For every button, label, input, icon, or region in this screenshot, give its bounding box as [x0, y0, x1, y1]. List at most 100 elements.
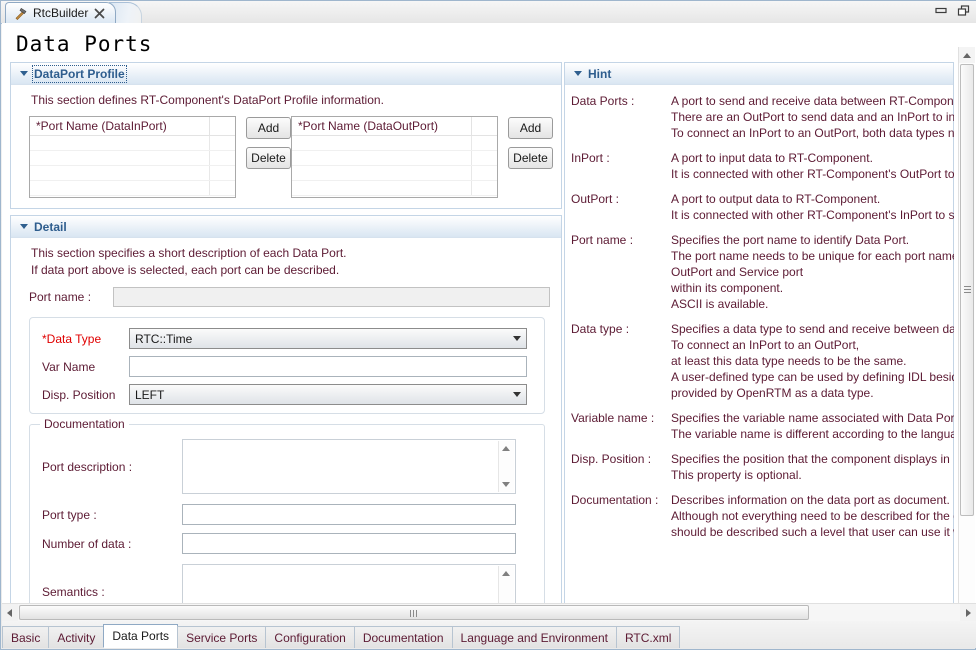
hint-key: InPort :: [571, 151, 610, 165]
outport-delete-button[interactable]: Delete: [508, 147, 553, 169]
port-name-label: Port name :: [29, 290, 92, 304]
disp-position-row: Disp. Position LEFT: [42, 384, 532, 405]
table-row[interactable]: [30, 136, 235, 151]
scroll-up-icon[interactable]: [502, 571, 510, 576]
outport-table[interactable]: *Port Name (DataOutPort): [291, 116, 498, 198]
section-title-hint: Hint: [588, 66, 612, 81]
hint-item-port-name: Port name : Specifies the port name to i…: [571, 232, 954, 312]
hint-key: Documentation :: [571, 493, 659, 507]
hint-value: Specifies a data type to send and receiv…: [671, 322, 954, 400]
port-name-input[interactable]: [113, 287, 550, 307]
tab-configuration[interactable]: Configuration: [265, 626, 355, 648]
section-header-dataport-profile[interactable]: DataPort Profile: [11, 63, 561, 85]
editor-tab-label: RtcBuilder: [33, 6, 89, 20]
hint-item-data-type: Data type : Specifies a data type to sen…: [571, 321, 954, 401]
semantics-label: Semantics :: [42, 584, 105, 599]
scrollbar-grip-icon: [964, 286, 971, 294]
disp-position-combo[interactable]: LEFT: [129, 384, 527, 405]
hint-key: OutPort :: [571, 192, 620, 206]
hint-key: Variable name :: [571, 411, 655, 425]
scroll-right-button[interactable]: [960, 604, 976, 621]
documentation-group: Documentation Port description : Port ty…: [29, 417, 545, 616]
inport-table[interactable]: *Port Name (DataInPort): [29, 116, 236, 198]
hint-key: Data Ports :: [571, 94, 635, 108]
scroll-up-icon[interactable]: [502, 446, 510, 451]
scroll-up-icon: [963, 53, 971, 58]
tab-service-ports[interactable]: Service Ports: [177, 626, 267, 648]
port-description-row: Port description :: [42, 439, 532, 494]
outport-table-header: *Port Name (DataOutPort): [292, 117, 497, 136]
scroll-down-icon[interactable]: [502, 482, 510, 487]
close-icon[interactable]: [94, 8, 105, 19]
number-of-data-input[interactable]: [182, 533, 516, 554]
hint-value: Specifies the variable name associated w…: [671, 411, 954, 441]
table-row[interactable]: [292, 181, 497, 196]
inport-table-header: *Port Name (DataInPort): [30, 117, 235, 136]
var-name-row: Var Name: [42, 356, 532, 377]
table-row[interactable]: [30, 151, 235, 166]
scrollbar-thumb-vertical[interactable]: [960, 64, 974, 516]
documentation-legend: Documentation: [40, 417, 129, 431]
disp-position-value: LEFT: [135, 387, 165, 402]
section-header-detail[interactable]: Detail: [11, 216, 561, 238]
minimize-icon[interactable]: [934, 4, 948, 17]
hint-value: Specifies the port name to identify Data…: [671, 233, 954, 311]
editor-tab-rtcbuilder[interactable]: RtcBuilder: [5, 2, 117, 23]
hint-key: Port name :: [571, 233, 634, 247]
chevron-down-icon: [513, 392, 521, 397]
table-row[interactable]: [30, 181, 235, 196]
port-type-label: Port type :: [42, 507, 97, 522]
tab-language-and-environment[interactable]: Language and Environment: [451, 626, 617, 648]
editor-area: Data Ports DataPort Profile This section…: [2, 23, 976, 624]
outport-column-header: *Port Name (DataOutPort): [292, 117, 472, 135]
port-tables-row: *Port Name (DataInPort) Add Delete *Port…: [29, 116, 553, 198]
tab-rtc-xml[interactable]: RTC.xml: [615, 626, 681, 648]
section-title-detail: Detail: [34, 219, 67, 234]
section-body-detail: This section specifies a short descripti…: [11, 238, 561, 616]
var-name-input[interactable]: [129, 356, 527, 377]
scroll-left-icon: [7, 609, 12, 617]
inport-delete-button[interactable]: Delete: [246, 147, 291, 169]
scrollbar-vertical[interactable]: [498, 441, 514, 492]
number-of-data-row: Number of data :: [42, 533, 532, 554]
section-header-hint[interactable]: Hint: [565, 63, 953, 85]
table-row[interactable]: [292, 166, 497, 181]
port-type-input[interactable]: [182, 504, 516, 525]
twisty-down-icon[interactable]: [20, 224, 28, 229]
inport-column-header: *Port Name (DataInPort): [30, 117, 210, 135]
restore-icon[interactable]: [957, 4, 971, 17]
inport-add-button[interactable]: Add: [246, 117, 291, 139]
section-detail: Detail This section specifies a short de…: [10, 215, 562, 617]
data-type-combo[interactable]: RTC::Time: [129, 328, 527, 349]
dataport-profile-description: This section defines RT-Component's Data…: [31, 93, 384, 107]
port-description-textarea[interactable]: [182, 439, 516, 494]
hint-value: A port to send and receive data between …: [671, 94, 954, 140]
editor-scrollbar-horizontal[interactable]: [2, 603, 976, 621]
tab-documentation[interactable]: Documentation: [353, 626, 453, 648]
scrollbar-thumb-horizontal[interactable]: [19, 605, 809, 620]
twisty-down-icon[interactable]: [574, 71, 582, 76]
hammer-icon: [14, 7, 27, 20]
tab-activity[interactable]: Activity: [48, 626, 105, 648]
tab-data-ports[interactable]: Data Ports: [103, 624, 179, 648]
title-bar: RtcBuilder: [1, 1, 976, 24]
scroll-left-button[interactable]: [2, 604, 18, 621]
hint-item-inport: InPort : A port to input data to RT-Comp…: [571, 150, 954, 182]
hint-key: Data type :: [571, 322, 630, 336]
section-title-dataport-profile: DataPort Profile: [32, 64, 127, 83]
hint-item-disp-position: Disp. Position : Specifies the position …: [571, 451, 954, 483]
tab-basic[interactable]: Basic: [2, 626, 50, 648]
scroll-up-button[interactable]: [959, 47, 975, 63]
table-row[interactable]: [292, 151, 497, 166]
editor-scrollbar-vertical[interactable]: [958, 47, 975, 623]
hint-item-variable-name: Variable name : Specifies the variable n…: [571, 410, 954, 442]
data-type-row: *Data Type RTC::Time: [42, 328, 532, 349]
table-row[interactable]: [292, 136, 497, 151]
number-of-data-label: Number of data :: [42, 536, 132, 551]
table-row[interactable]: [30, 166, 235, 181]
port-type-row: Port type :: [42, 504, 532, 525]
twisty-down-icon[interactable]: [20, 71, 28, 76]
inport-table-block: *Port Name (DataInPort) Add Delete: [29, 116, 291, 198]
outport-add-button[interactable]: Add: [508, 117, 553, 139]
hint-item-outport: OutPort : A port to output data to RT-Co…: [571, 191, 954, 223]
